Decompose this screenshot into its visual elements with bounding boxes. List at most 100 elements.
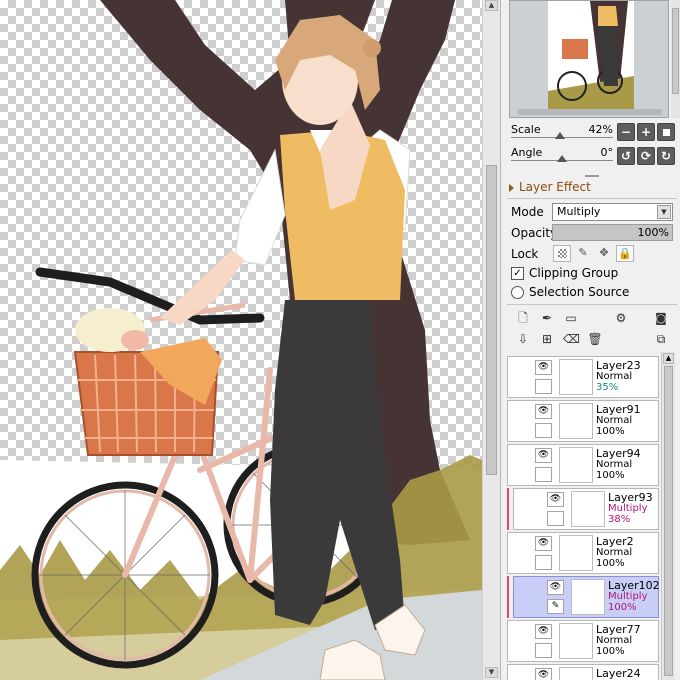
layer-effect-header[interactable]: Layer Effect (509, 180, 679, 196)
divider (507, 304, 677, 305)
zoom-reset-button[interactable] (657, 123, 675, 141)
eye-icon[interactable]: 👁 (547, 580, 564, 595)
lock-icon: 🔒 (618, 247, 632, 260)
scroll-up-arrow-icon[interactable]: ▲ (663, 353, 674, 364)
canvas-vertical-scrollbar[interactable]: ▲ ▼ (482, 0, 500, 680)
checker-icon (557, 249, 567, 258)
layer-blend-mode: Multiply (608, 503, 648, 514)
layer-row[interactable]: 👁 Layer2 Normal 100% (507, 532, 659, 574)
blend-mode-value: Multiply (557, 205, 601, 218)
angle-knob[interactable] (557, 155, 567, 162)
lock-transparency-button[interactable] (553, 245, 571, 262)
layers-scrollbar[interactable]: ▲ (661, 352, 675, 680)
zoom-in-button[interactable]: + (637, 123, 655, 141)
rotate-right-button[interactable]: ↻ (657, 147, 675, 165)
layer-thumbnail (559, 447, 593, 483)
layer-blend-mode: Normal (596, 459, 633, 470)
new-layer-icon[interactable]: 🗋 (515, 310, 531, 326)
navigator-scrollbar[interactable] (671, 0, 680, 118)
layer-edit-toggle[interactable] (535, 467, 552, 482)
scrollbar-thumb[interactable] (486, 165, 497, 475)
eye-icon[interactable]: 👁 (535, 404, 552, 419)
layers-list[interactable]: 👁 Layer23 Normal 35% 👁 Layer91 Normal 100% 👁 Laye… (507, 352, 659, 680)
angle-label: Angle (511, 146, 543, 159)
layer-opacity: 100% (608, 602, 637, 613)
scale-knob[interactable] (555, 132, 565, 139)
lock-all-button[interactable]: 🔒 (616, 245, 634, 262)
layer-thumbnail (559, 623, 593, 659)
layer-edit-toggle[interactable] (535, 643, 552, 658)
layer-row[interactable]: 👁 Layer94 Normal 100% (507, 444, 659, 486)
lock-pixels-button[interactable]: ✎ (574, 245, 592, 262)
layer-row[interactable]: 👁 Layer91 Normal 100% (507, 400, 659, 442)
layer-opacity: 100% (596, 646, 625, 657)
merge-down-icon[interactable]: ⊞ (539, 331, 555, 347)
layer-opacity: 100% (596, 426, 625, 437)
navigator-scrollbar-thumb[interactable] (672, 8, 679, 94)
clipping-group-checkmark-icon[interactable]: ✓ (511, 267, 524, 280)
eye-icon[interactable]: 👁 (535, 448, 552, 463)
scroll-up-arrow-icon[interactable]: ▲ (485, 0, 498, 11)
layer-edit-toggle[interactable] (535, 423, 552, 438)
lock-position-button[interactable]: ✥ (595, 245, 613, 262)
zoom-out-button[interactable]: − (617, 123, 635, 141)
eye-icon[interactable]: 👁 (535, 668, 552, 680)
opacity-slider[interactable]: 100% (552, 224, 673, 241)
layer-blend-mode: Multiply (608, 591, 648, 602)
mask-link-icon[interactable]: ⧉ (653, 331, 669, 347)
layer-name: Layer24 (596, 667, 641, 680)
transfer-down-icon[interactable]: ⇩ (515, 331, 531, 347)
scale-value: 42% (588, 123, 613, 136)
divider (507, 198, 677, 199)
angle-slider[interactable]: Angle 0° (511, 145, 613, 165)
artwork (0, 0, 482, 680)
stop-square-icon (662, 129, 670, 136)
brush-edit-icon[interactable]: ✎ (547, 599, 564, 614)
layer-blend-mode: Normal (596, 415, 633, 426)
paint-app-window: ▲ ▼ Scale 42% Angle 0° − + ↺ ⟳ ↻ Layer E… (0, 0, 680, 680)
layer-opacity: 100% (596, 558, 625, 569)
layer-blend-mode: Normal (596, 371, 633, 382)
eye-icon[interactable]: 👁 (535, 624, 552, 639)
selection-source-radio-circle[interactable] (511, 286, 524, 299)
layers-scrollbar-thumb[interactable] (664, 366, 673, 676)
layer-thumbnail (559, 667, 593, 680)
layer-row[interactable]: 👁 Layer93 Multiply 38% (507, 488, 659, 530)
eye-icon[interactable]: 👁 (535, 536, 552, 551)
move-icon: ✥ (599, 246, 609, 259)
layer-blend-mode: Normal (596, 547, 633, 558)
eye-icon[interactable]: 👁 (547, 492, 564, 507)
layer-settings-icon[interactable]: ⚙ (613, 310, 629, 326)
rotate-left-button[interactable]: ↺ (617, 147, 635, 165)
scroll-down-arrow-icon[interactable]: ▼ (485, 667, 498, 678)
selection-source-label: Selection Source (529, 285, 630, 299)
chevron-down-icon[interactable]: ▼ (657, 205, 671, 219)
blend-mode-select[interactable]: Multiply ▼ (552, 203, 673, 221)
collapse-triangle-icon[interactable] (509, 184, 514, 192)
layer-mask-icon[interactable]: ◙ (653, 310, 669, 326)
angle-value: 0° (600, 146, 614, 159)
layer-edit-toggle[interactable] (535, 379, 552, 394)
delete-layer-icon[interactable]: 🗑 (587, 331, 603, 347)
new-folder-icon[interactable]: ▭ (563, 310, 579, 326)
layer-thumbnail (559, 403, 593, 439)
scale-slider[interactable]: Scale 42% (511, 122, 613, 142)
drawing-canvas[interactable] (0, 0, 482, 680)
clipping-group-label: Clipping Group (529, 266, 619, 280)
layer-row[interactable]: 👁 Layer23 Normal 35% (507, 356, 659, 398)
layer-edit-toggle[interactable] (547, 511, 564, 526)
navigator-thumbnail (510, 1, 668, 117)
layer-edit-toggle[interactable] (535, 555, 552, 570)
eye-icon[interactable]: 👁 (535, 360, 552, 375)
layer-row[interactable]: 👁 Layer77 Normal 100% (507, 620, 659, 662)
layer-row[interactable]: 👁 ✎ Layer102 Multiply 100% (507, 576, 659, 618)
panel-resize-grip[interactable] (585, 175, 599, 177)
layer-opacity: 100% (596, 470, 625, 481)
layer-row[interactable]: 👁 Layer24 (507, 664, 659, 680)
clear-layer-icon[interactable]: ⌫ (563, 331, 580, 347)
layer-effect-title: Layer Effect (519, 180, 591, 194)
new-vector-layer-icon[interactable]: ✒ (539, 310, 555, 326)
navigator-preview[interactable] (509, 0, 669, 118)
opacity-value: 100% (637, 226, 669, 239)
rotate-reset-button[interactable]: ⟳ (637, 147, 655, 165)
